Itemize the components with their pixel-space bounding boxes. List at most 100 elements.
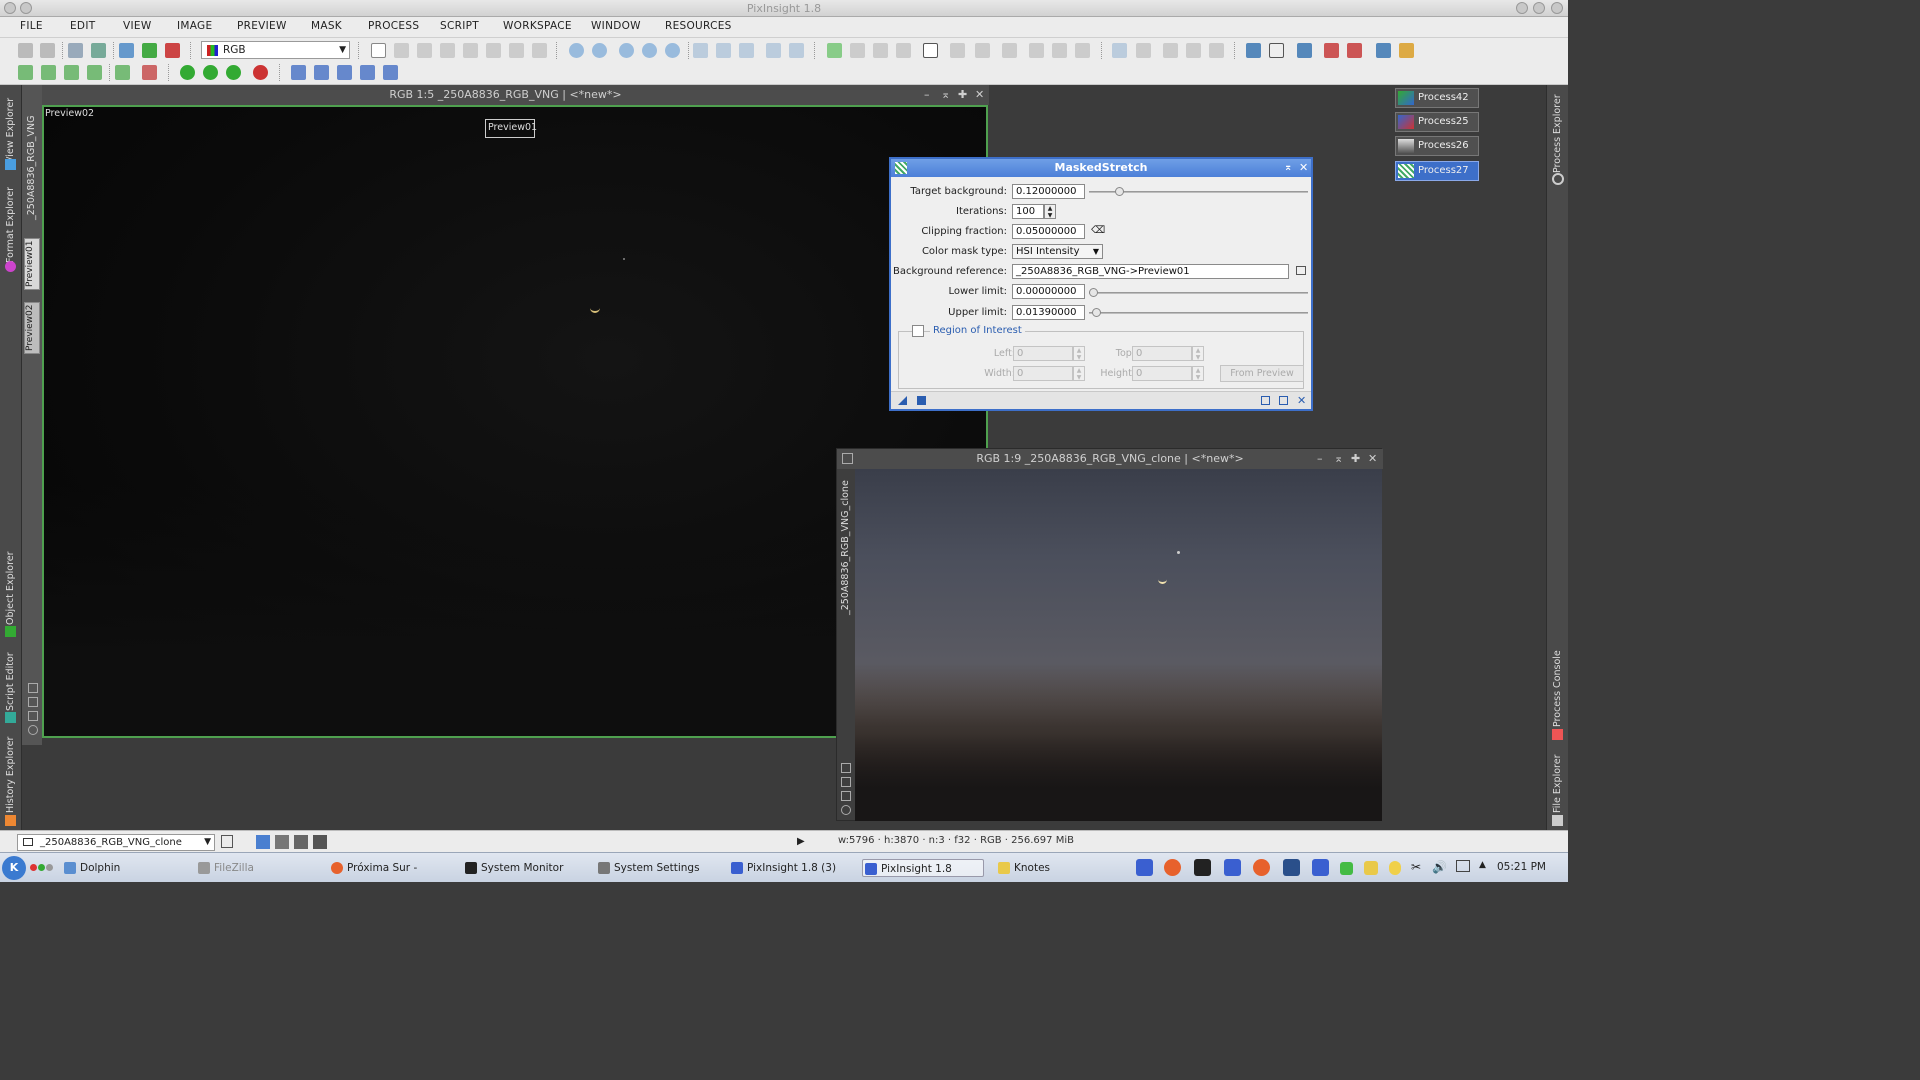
select-icon[interactable] (532, 43, 547, 58)
close-icon[interactable]: ✕ (1299, 159, 1308, 177)
menu-preview[interactable]: PREVIEW (237, 20, 287, 32)
menu-script[interactable]: SCRIPT (440, 20, 479, 32)
close-icon[interactable]: ✕ (1368, 453, 1377, 464)
process-icon-2[interactable] (41, 65, 56, 80)
fit-height-icon[interactable] (739, 43, 754, 58)
stf-auto-icon[interactable] (873, 43, 888, 58)
tools-icon[interactable]: ✂ (1411, 860, 1421, 874)
bulb-icon[interactable] (1389, 861, 1401, 875)
process-icon-25[interactable]: Process25 (1395, 112, 1479, 132)
zoom-fit-icon[interactable] (642, 43, 657, 58)
roi-height-field[interactable]: 0 (1132, 366, 1192, 381)
menu-window[interactable]: WINDOW (591, 20, 641, 32)
play-icon[interactable]: ▶ (797, 836, 805, 847)
stf-icon[interactable] (827, 43, 842, 58)
task-firefox[interactable]: Próxima Sur - Mozilla F (329, 859, 451, 877)
tab-clone-image[interactable]: _250A8836_RGB_VNG_clone (840, 480, 851, 615)
zoom-in-icon[interactable] (569, 43, 584, 58)
display-channel-b-icon[interactable] (313, 835, 327, 849)
target-background-knob[interactable] (1115, 187, 1124, 196)
target-small-icon[interactable] (28, 725, 38, 735)
layout2-icon[interactable] (1136, 43, 1151, 58)
tab-object-explorer[interactable]: Object Explorer (5, 550, 16, 625)
pager-icon[interactable] (46, 864, 53, 871)
process-icon-5[interactable] (115, 65, 130, 80)
tile-icon[interactable] (1163, 43, 1178, 58)
undo-icon[interactable] (18, 43, 33, 58)
target-background-field[interactable]: 0.12000000 (1012, 184, 1085, 199)
full-screen-icon[interactable] (789, 43, 804, 58)
new-window-icon[interactable] (221, 835, 233, 848)
minimize-icon[interactable]: – (1317, 453, 1323, 464)
task-system-monitor[interactable]: System Monitor (463, 859, 583, 877)
display-channel-r-icon[interactable] (275, 835, 289, 849)
task-system-settings[interactable]: System Settings (596, 859, 716, 877)
task-filezilla[interactable]: FileZilla (196, 859, 316, 877)
cube-delete-icon[interactable] (253, 65, 268, 80)
zoom-in-mode-icon[interactable] (394, 43, 409, 58)
tab-script-editor[interactable]: Script Editor (5, 651, 16, 711)
pager-icon[interactable] (30, 864, 37, 871)
mask-remove-icon[interactable] (1029, 43, 1044, 58)
preview-icon[interactable] (1279, 396, 1288, 405)
kde-menu-icon[interactable]: K (2, 856, 26, 880)
background-reference-field[interactable]: _250A8836_RGB_VNG->Preview01 (1012, 264, 1289, 279)
display-channel-rgb-icon[interactable] (256, 835, 270, 849)
network-icon[interactable] (1456, 860, 1470, 872)
firefox-launcher-icon[interactable] (1253, 859, 1270, 876)
tab-history-explorer[interactable]: History Explorer (5, 735, 16, 813)
task-pixinsight-3[interactable]: PixInsight 1.8 (3) (729, 859, 851, 877)
chevron-up-icon[interactable]: ▲ (1479, 860, 1486, 870)
process-icon-26[interactable]: Process26 (1395, 136, 1479, 156)
cascade-icon[interactable] (1186, 43, 1201, 58)
lower-limit-knob[interactable] (1089, 288, 1098, 297)
menu-edit[interactable]: EDIT (70, 20, 95, 32)
menu-mask[interactable]: MASK (311, 20, 342, 32)
zoom-in-small-icon[interactable] (28, 683, 38, 693)
stf-link-icon[interactable] (850, 43, 865, 58)
zoom-in-small-icon[interactable] (841, 763, 851, 773)
process-icon-3[interactable] (64, 65, 79, 80)
pixinsight-launcher-icon[interactable] (1312, 859, 1329, 876)
minimize-icon[interactable]: – (924, 89, 930, 100)
pin-icon[interactable] (20, 2, 32, 14)
display-channel-g-icon[interactable] (294, 835, 308, 849)
fit-small-icon[interactable] (28, 711, 38, 721)
tab-preview01[interactable]: Preview01 (24, 238, 40, 290)
clipping-fraction-field[interactable]: 0.05000000 (1012, 224, 1085, 239)
chat-icon[interactable] (1340, 862, 1353, 875)
menu-process[interactable]: PROCESS (368, 20, 419, 32)
fit-width-icon[interactable] (716, 43, 731, 58)
mask-show-icon[interactable] (142, 43, 157, 58)
shade-icon[interactable]: ⌅ (941, 89, 950, 100)
clear-icon[interactable]: ⌫ (1091, 226, 1105, 238)
menu-file[interactable]: FILE (20, 20, 43, 32)
lower-limit-slider[interactable] (1089, 292, 1308, 294)
process-icon-6[interactable] (142, 65, 157, 80)
tab-view-explorer[interactable]: View Explorer (5, 93, 16, 163)
tab-file-explorer[interactable]: File Explorer (1552, 753, 1563, 813)
rotate-right-icon[interactable] (314, 65, 329, 80)
tab-format-explorer[interactable]: Format Explorer (5, 183, 16, 263)
iconize-icon[interactable] (1209, 43, 1224, 58)
close-all-icon[interactable] (1324, 43, 1339, 58)
readout-mode-icon[interactable] (371, 43, 386, 58)
stf-reset-icon[interactable] (896, 43, 911, 58)
color-mask-type-select[interactable]: HSI Intensity ▼ (1012, 244, 1103, 259)
apply-icon[interactable] (917, 396, 926, 405)
window-icon[interactable] (1297, 43, 1312, 58)
edit-preview-icon[interactable] (509, 43, 524, 58)
upper-limit-knob[interactable] (1092, 308, 1101, 317)
roi-height-spinner[interactable]: ▲ ▼ (1192, 366, 1204, 381)
stf-track-icon[interactable] (923, 43, 938, 58)
window-menu-icon[interactable] (842, 453, 853, 464)
new-preview-icon[interactable] (486, 43, 501, 58)
task-pixinsight[interactable]: PixInsight 1.8 (862, 859, 984, 877)
center-mode-icon[interactable] (463, 43, 478, 58)
iterations-field[interactable]: 100 (1012, 204, 1044, 219)
main-window-titlebar[interactable]: RGB 1:5 _250A8836_RGB_VNG | <*new*> – ⌅ … (22, 85, 989, 105)
firefox-launcher-icon[interactable] (1164, 859, 1181, 876)
app-menu-icon[interactable] (4, 2, 16, 14)
maximize-icon[interactable]: ✚ (1351, 453, 1360, 464)
cube-add-icon[interactable] (203, 65, 218, 80)
